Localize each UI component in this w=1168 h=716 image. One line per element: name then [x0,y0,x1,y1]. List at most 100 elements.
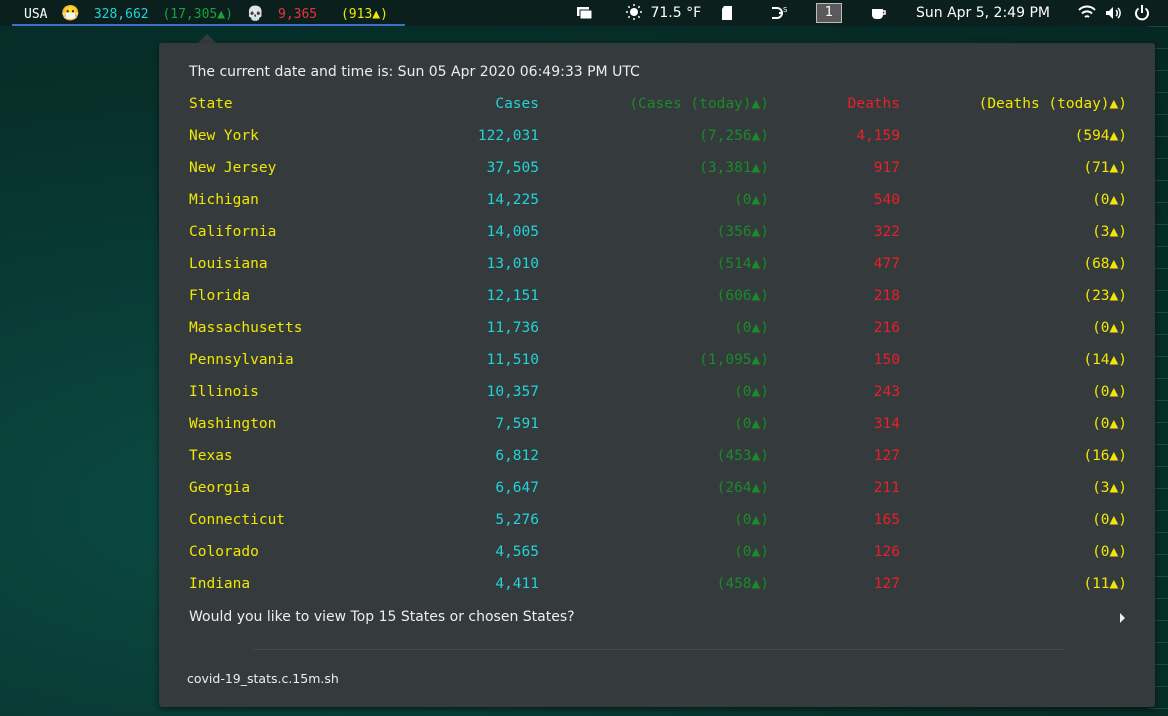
table-row[interactable]: Pennsylvania 11,510 (1,095▲) 150 (14▲) [189,344,1129,376]
header-state: State [189,96,233,112]
cases-today-cell: (514▲) [716,256,769,272]
top-states-menu-item[interactable]: Would you like to view Top 15 States or … [189,609,575,625]
state-cell: New York [189,128,259,144]
deaths-today: (913▲) [340,7,388,22]
cases-cell: 122,031 [477,128,539,144]
coffee-icon[interactable] [870,0,888,26]
table-row[interactable]: Florida 12,151 (606▲) 218 (23▲) [189,280,1129,312]
cases-today-cell: (453▲) [716,448,769,464]
deaths-today-cell: (3▲) [1092,480,1127,496]
table-row[interactable]: Massachusetts 11,736 (0▲) 216 (0▲) [189,312,1129,344]
deaths-today-cell: (23▲) [1083,288,1127,304]
deaths-today-cell: (0▲) [1092,512,1127,528]
stats-table: State Cases (Cases (today)▲) Deaths (Dea… [189,88,1129,600]
deaths-cell: 218 [873,288,900,304]
cases-cell: 7,591 [495,416,539,432]
cases-cell: 4,411 [495,576,539,592]
cases-today-cell: (264▲) [716,480,769,496]
deaths-cell: 477 [873,256,900,272]
table-header: State Cases (Cases (today)▲) Deaths (Dea… [189,88,1129,120]
table-row[interactable]: California 14,005 (356▲) 322 (3▲) [189,216,1129,248]
clipboard-icon[interactable] [721,0,735,26]
chat-icon[interactable] [576,0,594,26]
cases-cell: 14,225 [486,192,539,208]
cases-cell: 6,812 [495,448,539,464]
deaths-today-cell: (0▲) [1092,416,1127,432]
skull-icon: 💀 [246,6,265,22]
deaths-cell: 150 [873,352,900,368]
deaths-today-cell: (0▲) [1092,192,1127,208]
deaths-today-cell: (16▲) [1083,448,1127,464]
table-row[interactable]: Louisiana 13,010 (514▲) 477 (68▲) [189,248,1129,280]
cases-today-cell: (1,095▲) [699,352,769,368]
deaths-today-cell: (0▲) [1092,320,1127,336]
cases-today-cell: (0▲) [734,384,769,400]
sun-icon [626,4,642,20]
cases-cell: 5,276 [495,512,539,528]
deaths-today-cell: (11▲) [1083,576,1127,592]
header-deaths: Deaths [847,96,900,112]
state-cell: Indiana [189,576,251,592]
cases-cell: 13,010 [486,256,539,272]
country-label: USA [24,7,48,22]
cases-today-cell: (606▲) [716,288,769,304]
header-cases-today: (Cases (today)▲) [629,96,769,112]
cases-today-cell: (7,256▲) [699,128,769,144]
state-cell: Pennsylvania [189,352,294,368]
table-row[interactable]: Indiana 4,411 (458▲) 127 (11▲) [189,568,1129,600]
table-row[interactable]: Connecticut 5,276 (0▲) 165 (0▲) [189,504,1129,536]
current-datetime: The current date and time is: Sun 05 Apr… [189,64,640,80]
table-row[interactable]: Georgia 6,647 (264▲) 211 (3▲) [189,472,1129,504]
header-cases: Cases [495,96,539,112]
cases-cell: 11,736 [486,320,539,336]
vpn-icon[interactable]: S [770,0,788,26]
state-cell: Michigan [189,192,259,208]
cases-cell: 10,357 [486,384,539,400]
script-name[interactable]: covid-19_stats.c.15m.sh [187,671,339,686]
volume-icon[interactable] [1105,0,1123,26]
deaths-cell: 127 [873,576,900,592]
mask-icon: 😷 [61,4,80,22]
workspace-indicator[interactable]: 1 [816,3,842,23]
deaths-cell: 216 [873,320,900,336]
cases-today-cell: (0▲) [734,544,769,560]
table-row[interactable]: Colorado 4,565 (0▲) 126 (0▲) [189,536,1129,568]
deaths-cell: 243 [873,384,900,400]
deaths-cell: 165 [873,512,900,528]
deaths-cell: 211 [873,480,900,496]
deaths-cell: 322 [873,224,900,240]
table-row[interactable]: New Jersey 37,505 (3,381▲) 917 (71▲) [189,152,1129,184]
table-row[interactable]: Illinois 10,357 (0▲) 243 (0▲) [189,376,1129,408]
weather-indicator[interactable]: 71.5 °F [626,0,701,26]
table-row[interactable]: Michigan 14,225 (0▲) 540 (0▲) [189,184,1129,216]
table-row[interactable]: Washington 7,591 (0▲) 314 (0▲) [189,408,1129,440]
wifi-icon[interactable] [1078,0,1096,26]
total-cases: 328,662 [93,7,149,22]
cases-cell: 6,647 [495,480,539,496]
state-cell: Colorado [189,544,259,560]
table-row[interactable]: Texas 6,812 (453▲) 127 (16▲) [189,440,1129,472]
table-row[interactable]: New York 122,031 (7,256▲) 4,159 (594▲) [189,120,1129,152]
state-cell: Florida [189,288,251,304]
top-bar: USA 😷 328,662 (17,305▲) 💀 9,365 (913▲) 7… [0,0,1168,26]
submenu-arrow-icon [1120,613,1125,623]
power-icon[interactable] [1134,0,1150,26]
state-cell: Louisiana [189,256,268,272]
state-cell: Texas [189,448,233,464]
cases-today-cell: (0▲) [734,320,769,336]
cases-cell: 11,510 [486,352,539,368]
covid-indicator[interactable]: USA 😷 328,662 (17,305▲) 💀 9,365 (913▲) [12,0,405,26]
cases-today-cell: (0▲) [734,512,769,528]
cases-cell: 4,565 [495,544,539,560]
deaths-today-cell: (14▲) [1083,352,1127,368]
cases-today-cell: (458▲) [716,576,769,592]
deaths-cell: 917 [873,160,900,176]
state-cell: Massachusetts [189,320,303,336]
cases-cell: 37,505 [486,160,539,176]
deaths-cell: 540 [873,192,900,208]
state-cell: Connecticut [189,512,286,528]
svg-text:S: S [783,6,788,14]
deaths-today-cell: (0▲) [1092,384,1127,400]
clock[interactable]: Sun Apr 5, 2:49 PM [916,0,1050,26]
deaths-cell: 126 [873,544,900,560]
